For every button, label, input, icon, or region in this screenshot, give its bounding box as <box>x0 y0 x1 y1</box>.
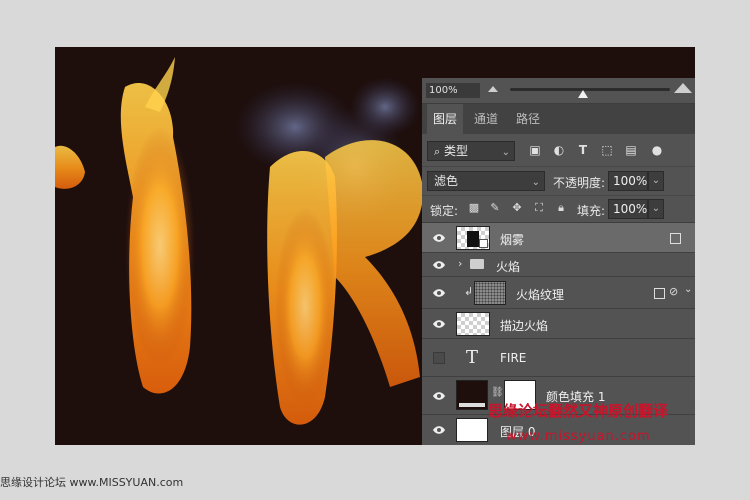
zoom-field[interactable]: 100% <box>426 83 480 98</box>
chevron-down-icon: ⌄ <box>501 147 510 158</box>
blend-row: 滤色 ⌄ 不透明度: 100% ⌄ <box>422 166 695 195</box>
eye-icon[interactable] <box>432 233 446 243</box>
tab-channels[interactable]: 通道 <box>468 104 504 134</box>
eye-icon[interactable] <box>432 288 446 298</box>
lock-all-icon[interactable]: 🔒︎ <box>555 202 567 214</box>
large-mountain-icon <box>674 83 692 93</box>
fill-field[interactable]: 100% <box>608 199 648 219</box>
layer-name: 火焰纹理 <box>516 288 565 302</box>
small-mountain-icon <box>488 86 498 92</box>
layer-row-flame-texture[interactable]: ↲ 火焰纹理 ⊘ ⌄ <box>422 277 695 309</box>
filter-type-dropdown[interactable]: ⌕ 类型 ⌄ <box>427 141 515 161</box>
fill-label: 填充: <box>577 204 606 218</box>
thumbnail-zoom-bar: 100% <box>422 78 695 104</box>
zoom-slider-thumb[interactable] <box>578 90 588 98</box>
layer-thumbnail <box>456 226 490 250</box>
panel-tabs: 图层 通道 路径 <box>422 104 695 134</box>
filter-row: ⌕ 类型 ⌄ ▣ ◐ T ⬚ ▤ ● <box>422 138 695 164</box>
footer-credit: 思缘设计论坛 www.MISSYUAN.com <box>0 476 184 489</box>
tab-layers[interactable]: 图层 <box>427 104 463 134</box>
lock-artboard-icon[interactable]: ⛶ <box>533 202 545 214</box>
layer-thumbnail <box>456 312 490 336</box>
lock-image-pixels-icon[interactable]: ✎ <box>489 202 501 214</box>
shape-filter-icon[interactable]: ⬚ <box>600 143 614 157</box>
folder-icon <box>470 259 484 269</box>
fill-color-thumbnail[interactable] <box>456 380 488 410</box>
smart-filter-badge-icon <box>654 288 665 299</box>
opacity-dropdown-button[interactable]: ⌄ <box>648 171 664 191</box>
layer-row-flame-group[interactable]: › 火焰 <box>422 253 695 277</box>
layer-name: 火焰 <box>496 260 521 274</box>
watermark-line-1: 思缘论坛翻然又神原创翻译 <box>488 402 669 420</box>
eye-icon[interactable] <box>432 391 446 401</box>
tab-paths[interactable]: 路径 <box>510 104 546 134</box>
eye-icon[interactable] <box>432 425 446 435</box>
type-filter-icon[interactable]: T <box>576 143 590 157</box>
opacity-field[interactable]: 100% <box>608 171 648 191</box>
layer-row-fire-text[interactable]: T FIRE <box>422 339 695 377</box>
opacity-label: 不透明度: <box>553 176 606 190</box>
zoom-slider-track[interactable] <box>510 88 670 91</box>
chevron-right-icon[interactable]: › <box>458 257 462 270</box>
layer-name: 烟雾 <box>500 233 525 247</box>
smart-filter-badge-icon <box>670 233 681 244</box>
lock-label: 锁定: <box>430 204 459 218</box>
lock-transparent-pixels-icon[interactable]: ▩ <box>468 202 480 214</box>
smart-object-filter-icon[interactable]: ▤ <box>624 143 638 157</box>
filter-toggle-icon[interactable]: ● <box>650 143 664 157</box>
filter-type-label: 类型 <box>444 144 469 158</box>
layer-thumbnail <box>456 418 488 442</box>
eye-icon[interactable] <box>432 319 446 329</box>
clipping-mask-icon: ↲ <box>464 285 474 298</box>
link-icon[interactable]: ⛓ <box>491 387 504 398</box>
chevron-down-icon: ⌄ <box>531 177 540 188</box>
layer-name: FIRE <box>500 351 527 365</box>
layer-name: 描边火焰 <box>500 319 549 333</box>
smart-object-badge-icon <box>479 239 488 248</box>
visibility-toggle-off[interactable] <box>433 352 445 364</box>
watermark-line-2: www.missyuan.com <box>506 429 651 444</box>
blend-mode-dropdown[interactable]: 滤色 ⌄ <box>427 171 545 191</box>
effects-icon[interactable]: ⊘ <box>669 285 678 298</box>
layer-thumbnail <box>474 281 506 305</box>
layers-panel: 100% 图层 通道 路径 ⌕ 类型 ⌄ ▣ ◐ T ⬚ ▤ ● 滤色 ⌄ 不透… <box>422 78 695 445</box>
blend-mode-value: 滤色 <box>434 174 459 188</box>
chevron-down-icon[interactable]: ⌄ <box>684 284 692 295</box>
lock-position-icon[interactable]: ✥ <box>511 202 523 214</box>
layer-row-stroke-flame[interactable]: 描边火焰 <box>422 309 695 339</box>
search-icon: ⌕ <box>434 145 441 158</box>
eye-icon[interactable] <box>432 260 446 270</box>
layer-row-smoke[interactable]: 烟雾 <box>422 223 695 253</box>
fill-dropdown-button[interactable]: ⌄ <box>648 199 664 219</box>
image-filter-icon[interactable]: ▣ <box>528 143 542 157</box>
adjustment-filter-icon[interactable]: ◐ <box>552 143 566 157</box>
text-layer-icon: T <box>466 347 479 368</box>
lock-row: 锁定: ▩ ✎ ✥ ⛶ 🔒︎ 填充: 100% ⌄ <box>422 195 695 223</box>
